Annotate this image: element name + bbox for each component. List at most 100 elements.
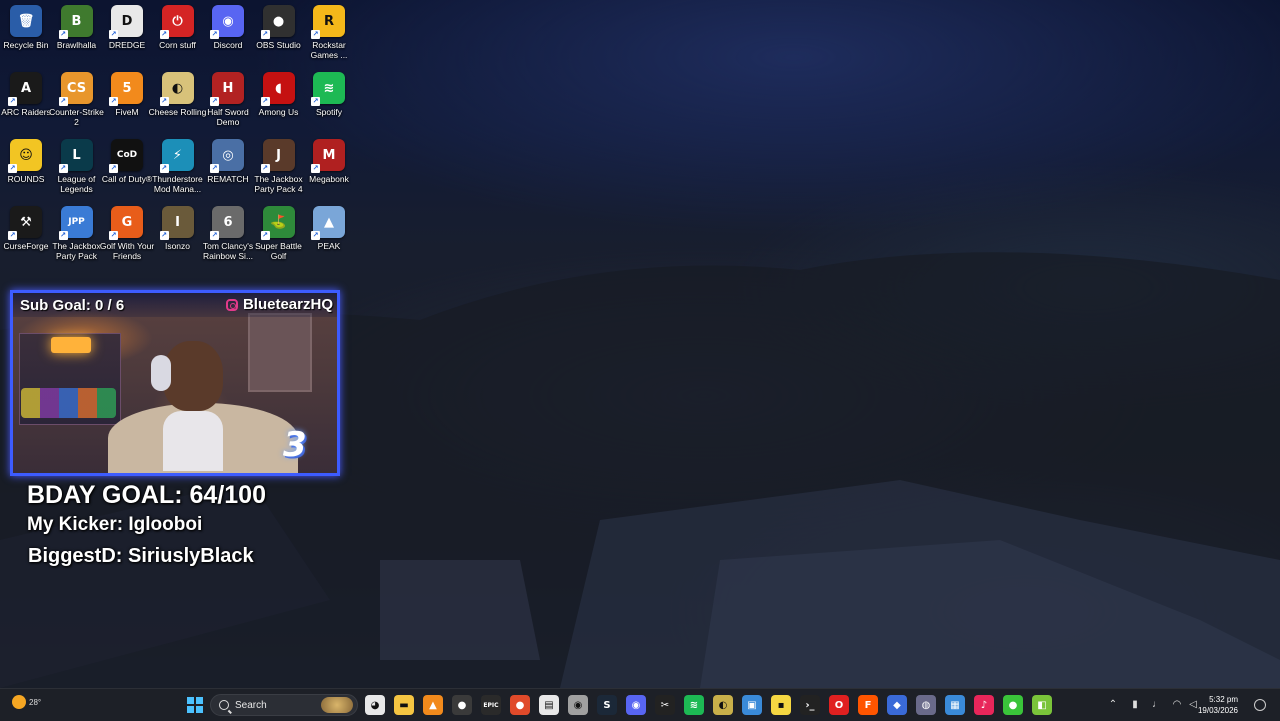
taskbar-terminal-icon[interactable]: ›_ xyxy=(800,695,820,715)
shortcut-arrow-icon: ↗ xyxy=(58,231,68,240)
taskbar-vlc-icon[interactable]: ▲ xyxy=(423,695,443,715)
taskbar-sticky-notes-icon[interactable]: ▪ xyxy=(771,695,791,715)
desktop-icon-half-sword-demo[interactable]: H ↗ Half Sword Demo xyxy=(203,67,253,131)
taskbar-app-diamond-icon[interactable]: ◆ xyxy=(887,695,907,715)
taskbar-app-circle-icon[interactable]: ◍ xyxy=(916,695,936,715)
microphone-icon[interactable]: ♩ xyxy=(1152,699,1162,710)
desktop-icon-arc-raiders[interactable]: A ↗ ARC Raiders xyxy=(1,67,51,131)
shortcut-arrow-icon: ↗ xyxy=(58,30,68,39)
streamer-logo-icon: 3 xyxy=(283,425,307,465)
taskbar-chrome-icon[interactable]: ◕ xyxy=(365,695,385,715)
weather-widget[interactable]: 28° xyxy=(12,695,41,709)
shortcut-arrow-icon: ↗ xyxy=(58,97,68,106)
wifi-icon[interactable]: ◠ xyxy=(1172,699,1182,710)
app-tile-icon: J ↗ xyxy=(260,139,295,173)
desktop-icon-obs-studio[interactable]: ● ↗ OBS Studio xyxy=(254,0,304,64)
app-tile-icon: A ↗ xyxy=(8,72,42,106)
desktop-icon-spotify[interactable]: ≋ ↗ Spotify xyxy=(304,67,354,131)
desktop-icon-corn-stuff[interactable]: ⏻ ↗ Corn stuff xyxy=(153,0,203,64)
taskbar-obs-icon[interactable]: ● xyxy=(452,695,472,715)
app-tile-icon: ◎ ↗ xyxy=(210,139,244,173)
desktop-icon-label: Megabonk xyxy=(309,174,349,184)
desktop-icon-label: REMATCH xyxy=(207,174,249,184)
desktop-icon-discord[interactable]: ◉ ↗ Discord xyxy=(203,0,253,64)
taskbar-messaging-app-icon[interactable]: ● xyxy=(1003,695,1023,715)
taskbar-game-app-icon[interactable]: ◐ xyxy=(713,695,733,715)
shortcut-arrow-icon: ↗ xyxy=(159,231,169,240)
desktop-icon-league-of-legends[interactable]: L ↗ League of Legends xyxy=(52,134,102,198)
desktop-icon-label: Half Sword Demo xyxy=(207,107,249,127)
notification-bell-icon[interactable] xyxy=(1254,699,1266,711)
taskbar-search[interactable]: Search xyxy=(210,694,358,716)
desktop-icon-thunderstore-mod-mana[interactable]: ⚡ ↗ Thunderstore Mod Mana... xyxy=(152,134,203,198)
desktop-icon-megabonk[interactable]: M ↗ Megabonk xyxy=(304,134,354,198)
windows-logo-icon xyxy=(187,697,195,705)
taskbar-tiktok-icon[interactable]: ♪ xyxy=(974,695,994,715)
instagram-icon xyxy=(225,298,238,311)
weather-temp: 28° xyxy=(29,697,42,707)
shortcut-arrow-icon: ↗ xyxy=(8,97,17,106)
desktop-icon-golf-with-your-friends[interactable]: G ↗ Golf With Your Friends xyxy=(100,201,154,265)
desktop-icon-fivem[interactable]: 5 ↗ FiveM xyxy=(102,67,152,131)
volume-icon[interactable]: ◁ xyxy=(1188,699,1198,710)
taskbar-spotify-icon[interactable]: ≋ xyxy=(684,695,704,715)
taskbar-media-app-icon[interactable]: ▦ xyxy=(945,695,965,715)
desktop-icon-the-jackbox-party-pack[interactable]: JPP ↗ The Jackbox Party Pack xyxy=(52,201,102,265)
battery-icon[interactable]: ▮ xyxy=(1130,699,1140,710)
taskbar-opera-gx-icon[interactable]: O xyxy=(829,695,849,715)
desktop-icon-the-jackbox-party-pack-4[interactable]: J ↗ The Jackbox Party Pack 4 xyxy=(254,134,304,198)
taskbar-game-launcher-icon[interactable]: ◧ xyxy=(1032,695,1052,715)
desktop-icon-super-battle-golf[interactable]: ⛳ ↗ Super Battle Golf xyxy=(254,201,304,265)
shortcut-arrow-icon: ↗ xyxy=(210,97,219,106)
desktop-icon-recycle-bin[interactable]: 🗑 Recycle Bin xyxy=(1,0,51,64)
shortcut-arrow-icon: ↗ xyxy=(311,30,320,39)
desktop-icon-among-us[interactable]: ◖ ↗ Among Us xyxy=(254,67,304,131)
desktop-icon-dredge[interactable]: D ↗ DREDGE xyxy=(102,0,152,64)
chevron-up-icon[interactable]: ⌃ xyxy=(1108,699,1118,710)
shortcut-arrow-icon: ↗ xyxy=(159,30,169,39)
desktop-icon-cheese-rolling[interactable]: ◐ ↗ Cheese Rolling xyxy=(149,67,206,131)
desktop-icon-label: Rockstar Games ... xyxy=(310,40,348,60)
clock-date: 19/03/2026 xyxy=(1197,706,1238,715)
desktop-icon-isonzo[interactable]: I ↗ Isonzo xyxy=(153,201,203,265)
desktop-icon-rounds[interactable]: ☺ ↗ ROUNDS xyxy=(1,134,51,198)
shortcut-arrow-icon: ↗ xyxy=(210,231,219,240)
webcam-person-head xyxy=(163,341,223,411)
desktop-icon-counter-strike-2[interactable]: CS ↗ Counter-Strike 2 xyxy=(49,67,104,131)
desktop-icon-label: PEAK xyxy=(317,241,341,251)
taskbar-faceit-icon[interactable]: F xyxy=(858,695,878,715)
app-tile-icon: ☺ ↗ xyxy=(8,139,42,173)
taskbar-discord-icon[interactable]: ◉ xyxy=(626,695,646,715)
desktop-icon-call-of-duty[interactable]: CoD ↗ Call of Duty® xyxy=(102,134,152,198)
taskbar-steam-icon[interactable]: S xyxy=(597,695,617,715)
desktop-icon-brawlhalla[interactable]: B ↗ Brawlhalla xyxy=(52,0,102,64)
taskbar-clock[interactable]: 5:32 pm 19/03/2026 xyxy=(1198,694,1238,716)
app-tile-icon: ⚒ ↗ xyxy=(8,206,42,240)
desktop-icon-peak[interactable]: ▲ ↗ PEAK xyxy=(304,201,354,265)
taskbar-photos-icon[interactable]: ▣ xyxy=(742,695,762,715)
kicker-label: My Kicker: Iglooboi xyxy=(27,514,203,535)
taskbar-ea-app-icon[interactable]: ● xyxy=(510,695,530,715)
taskbar-browser-app-icon[interactable]: ◉ xyxy=(568,695,588,715)
desktop-icon-rematch[interactable]: ◎ ↗ REMATCH xyxy=(203,134,253,198)
social-handle-text: BluetearzHQ xyxy=(242,296,333,313)
webcam-window xyxy=(248,313,312,392)
taskbar-file-explorer-icon[interactable]: ▬ xyxy=(394,695,414,715)
webcam-toys xyxy=(21,388,116,418)
app-tile-icon: R ↗ xyxy=(311,5,345,39)
app-tile-icon: ● ↗ xyxy=(260,5,295,39)
desktop-icon-curseforge[interactable]: ⚒ ↗ CurseForge xyxy=(1,201,51,265)
app-tile-icon: I ↗ xyxy=(159,206,194,240)
desktop-icon-label: FiveM xyxy=(115,107,139,117)
shortcut-arrow-icon: ↗ xyxy=(159,164,169,173)
desktop-icon-rockstar-games[interactable]: R ↗ Rockstar Games ... xyxy=(304,0,354,64)
webcam-lamp xyxy=(51,337,91,353)
taskbar-notepad-app-icon[interactable]: ▤ xyxy=(539,695,559,715)
taskbar-epic-games-icon[interactable]: EPIC xyxy=(481,695,501,715)
taskbar-capcut-icon[interactable]: ✂ xyxy=(655,695,675,715)
desktop-icon-tom-clancy-s-rainbow-si[interactable]: 6 ↗ Tom Clancy's Rainbow Si... xyxy=(203,201,253,265)
desktop-icon-label: The Jackbox Party Pack xyxy=(52,241,101,261)
app-tile-icon: CoD ↗ xyxy=(109,139,143,173)
start-button[interactable] xyxy=(187,697,203,713)
shortcut-arrow-icon: ↗ xyxy=(260,97,270,106)
